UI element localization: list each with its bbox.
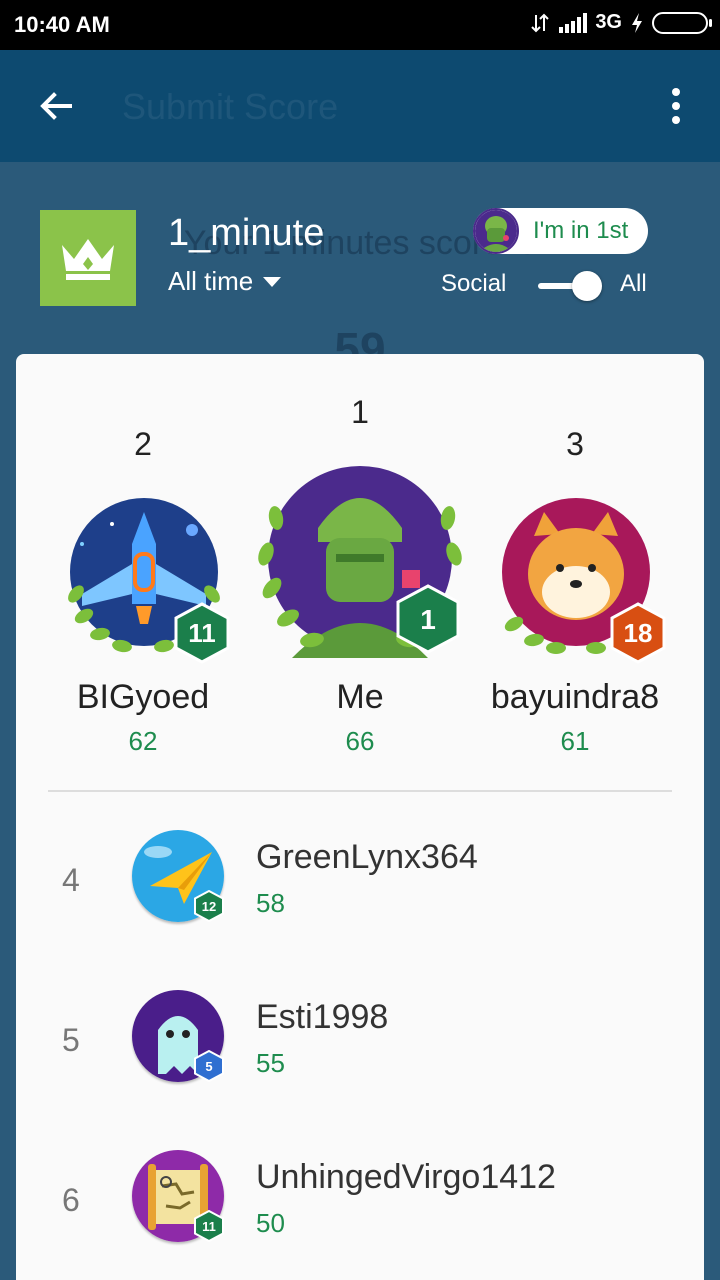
leaderboard-name: 1_minute xyxy=(168,212,325,254)
app-title: Submit Score xyxy=(122,86,339,127)
podium-player-name: BIGyoed xyxy=(76,678,210,716)
time-span-dropdown[interactable]: All time xyxy=(168,266,282,297)
status-icons: 3G xyxy=(529,11,712,34)
podium-player-name: bayuindra8 xyxy=(490,678,660,716)
my-rank-chip[interactable]: I'm in 1st xyxy=(473,208,648,254)
charging-icon xyxy=(632,12,642,33)
svg-text:5: 5 xyxy=(205,1059,212,1074)
social-all-switch[interactable] xyxy=(538,270,604,302)
my-avatar-small xyxy=(473,208,519,254)
divider xyxy=(48,790,672,792)
row-rank: 4 xyxy=(62,862,80,898)
level-badge: 5 xyxy=(194,1050,224,1082)
podium-avatar: 1 xyxy=(252,458,468,668)
back-arrow-icon[interactable] xyxy=(36,86,76,126)
status-bar: 10:40 AM 3G xyxy=(0,0,720,50)
list-row[interactable]: 5 5 Esti1998 55 xyxy=(16,978,704,1118)
podium-avatar: 18 xyxy=(488,494,668,664)
svg-text:11: 11 xyxy=(202,1219,216,1234)
leaderboard-icon xyxy=(40,210,136,306)
podium-player-score: 61 xyxy=(560,726,590,756)
row-player-score: 58 xyxy=(256,888,285,918)
svg-text:1: 1 xyxy=(420,604,436,635)
level-badge: 12 xyxy=(194,890,224,922)
list-row[interactable]: 6 11 UnhingedVirgo1412 50 xyxy=(16,1138,704,1278)
leaderboard-card: 2 11 BIGyoed 62 1 1 Me 66 3 18 bayuindra… xyxy=(16,354,704,1280)
crown-icon xyxy=(62,239,114,280)
podium-avatar: 11 xyxy=(52,494,236,664)
toggle-social-label[interactable]: Social xyxy=(441,270,506,298)
podium-rank: 2 xyxy=(134,426,152,462)
signal-icon xyxy=(559,12,588,33)
data-transfer-icon xyxy=(531,13,550,32)
level-badge: 18 xyxy=(610,602,666,664)
podium-third[interactable]: 3 18 bayuindra8 61 xyxy=(491,354,666,774)
podium-rank: 1 xyxy=(351,394,369,430)
svg-text:18: 18 xyxy=(624,618,653,648)
row-player-score: 55 xyxy=(256,1048,285,1078)
time-span-label: All time xyxy=(168,266,254,296)
battery-icon xyxy=(652,11,712,34)
level-badge: 1 xyxy=(396,584,460,654)
row-player-score: 50 xyxy=(256,1208,285,1238)
row-player-name: GreenLynx364 xyxy=(256,838,478,876)
dropdown-arrow-icon xyxy=(263,276,282,287)
svg-text:12: 12 xyxy=(202,899,216,914)
row-rank: 6 xyxy=(62,1182,80,1218)
more-vert-icon[interactable] xyxy=(666,86,686,126)
level-badge: 11 xyxy=(174,602,230,664)
podium-rank: 3 xyxy=(566,426,584,462)
toggle-all-label[interactable]: All xyxy=(620,270,647,298)
app-bar: Submit Score xyxy=(0,50,720,162)
my-rank-text: I'm in 1st xyxy=(533,217,629,244)
list-row[interactable]: 4 12 GreenLynx364 58 xyxy=(16,818,704,958)
status-time: 10:40 AM xyxy=(14,12,110,37)
leaderboard-header: 1_minute All time I'm in 1st Social All xyxy=(0,162,720,362)
row-player-name: UnhingedVirgo1412 xyxy=(256,1158,556,1196)
podium-player-score: 62 xyxy=(128,726,158,756)
podium-player-name: Me xyxy=(336,678,384,716)
level-badge: 11 xyxy=(194,1210,224,1242)
svg-text:11: 11 xyxy=(188,618,216,648)
row-player-name: Esti1998 xyxy=(256,998,389,1036)
podium-player-score: 66 xyxy=(345,726,375,756)
network-type: 3G xyxy=(595,11,622,33)
podium-second[interactable]: 2 11 BIGyoed 62 xyxy=(68,354,230,774)
row-rank: 5 xyxy=(62,1022,80,1058)
podium-first[interactable]: 1 1 Me 66 xyxy=(258,354,462,774)
